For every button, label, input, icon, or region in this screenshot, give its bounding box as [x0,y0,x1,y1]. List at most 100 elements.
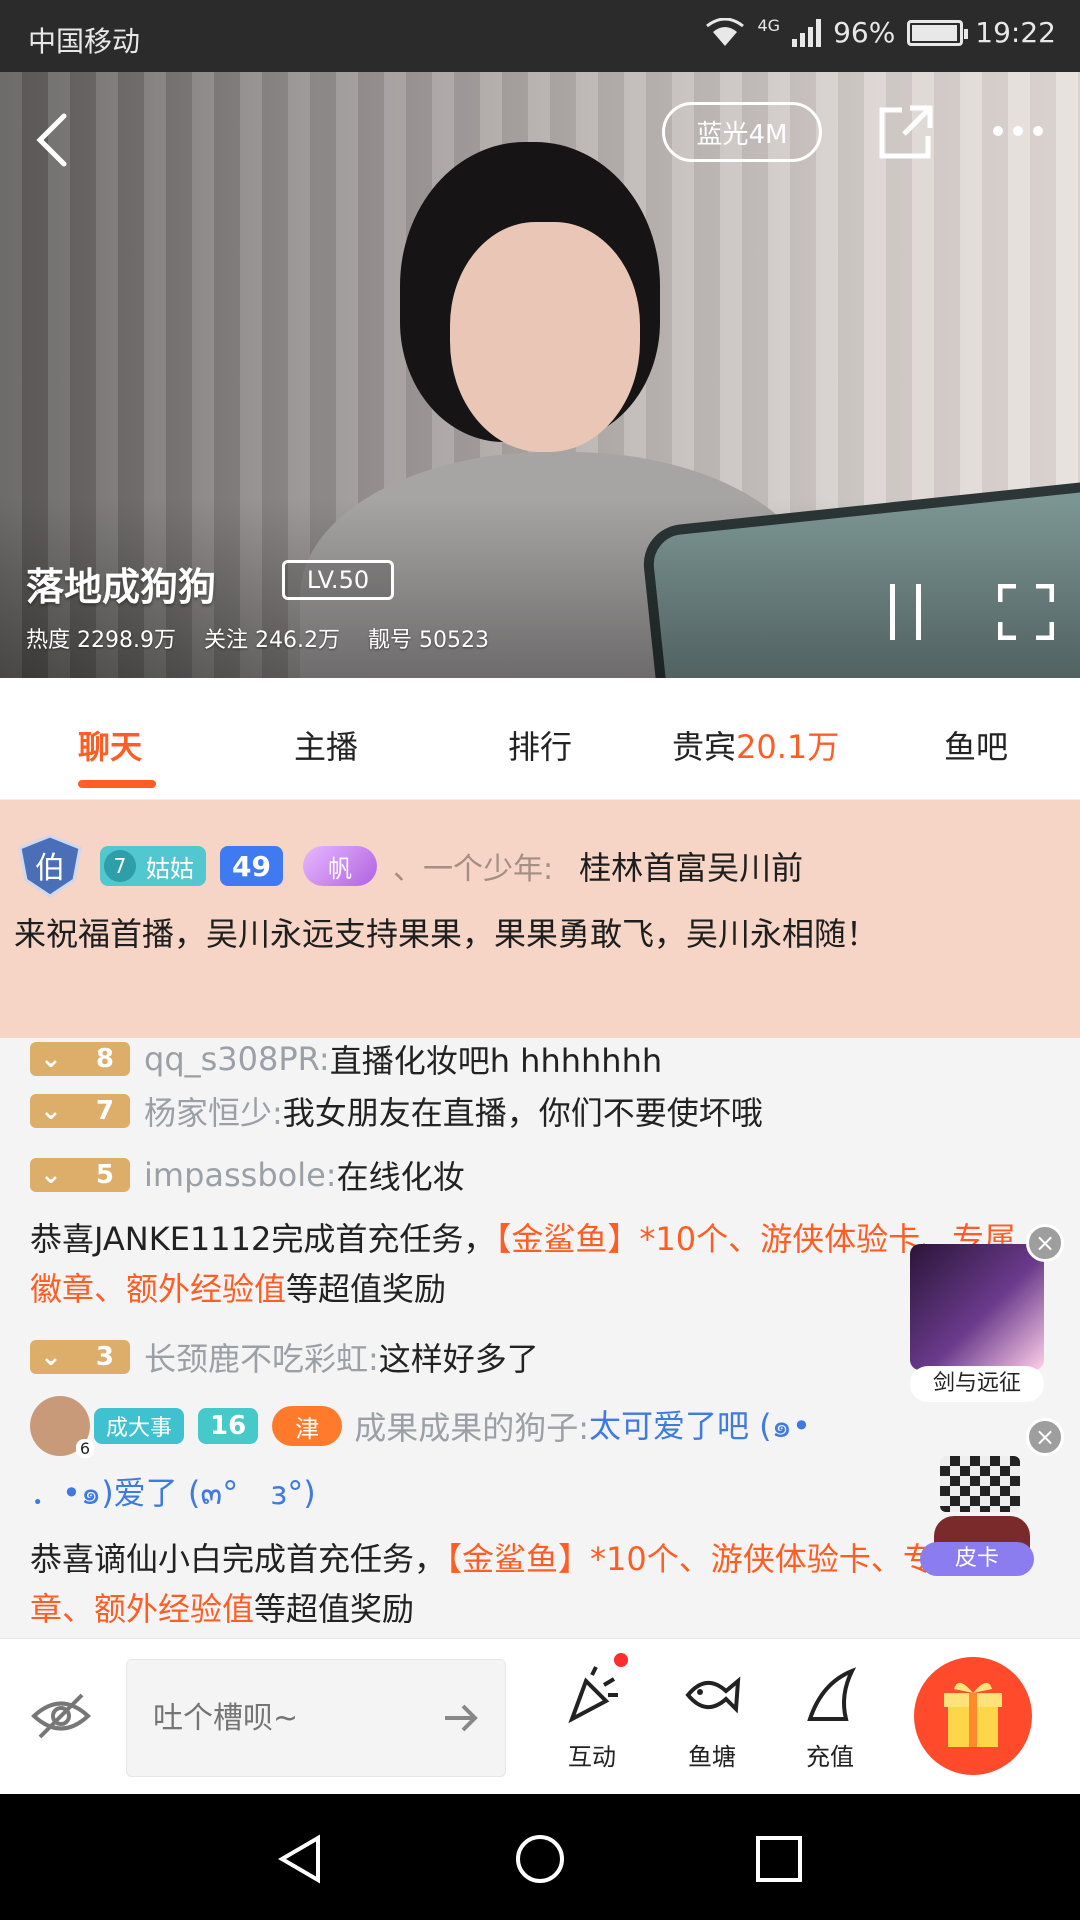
recharge-label: 充值 [806,1743,854,1771]
chat-line: ⌄ 5 impassbole: 在线化妆 [30,1152,465,1198]
chat-line: ⌄ 3 长颈鹿不吃彩虹: 这样好多了 [30,1334,539,1380]
chat-username[interactable]: qq_s308PR: [144,1040,330,1078]
user-level-badge: ⌄ 3 [30,1340,130,1374]
clock: 19:22 [975,16,1056,49]
signal-icon [792,18,822,47]
room-stats: 热度 2298.9万 关注 246.2万 靓号 50523 [26,622,489,654]
notice-suffix: 等超值奖励 [254,1590,415,1628]
video-player[interactable]: 蓝光4M 落地成狗狗 LV.50 热度 2298.9万 关注 246.2万 靓号… [0,72,1080,678]
interact-label: 互动 [568,1743,616,1771]
checkered-flag-icon [940,1456,1020,1512]
notice-prefix: 恭喜谪仙小白完成首充任务， [30,1540,447,1578]
game-ad-image [910,1244,1044,1370]
nav-back-icon[interactable] [274,1832,328,1886]
chat-line: 6 成大事 16 津 成果成果的狗子: 太可爱了吧 (๑• [30,1396,811,1458]
close-icon[interactable]: × [1026,1418,1064,1456]
avatar[interactable]: 6 [30,1396,94,1458]
tab-chat[interactable]: 聊天 [78,722,142,768]
fan-badge: 成大事 [94,1408,185,1444]
heat-count: 热度 2298.9万 [26,628,176,653]
fishpond-label: 鱼塘 [688,1743,736,1771]
user-level-badge: ⌄ 7 [30,1094,130,1128]
status-bar: 中国移动 4G 96% 19:22 [0,0,1080,72]
chat-text: 在线化妆 [336,1158,465,1196]
level-number: 3 [95,1342,114,1372]
avatar-badge: 6 [75,1439,94,1458]
chat-username[interactable]: impassbole: [144,1156,337,1194]
race-ad-card[interactable]: 皮卡 [920,1456,1040,1576]
wifi-icon [706,17,745,46]
region-badge: 津 [272,1406,343,1446]
noble-badge-text: 伯 [35,851,65,886]
chat-text: 这样好多了 [378,1340,539,1378]
level-number: 5 [95,1160,114,1190]
network-type: 4G [757,16,781,35]
nav-home-icon[interactable] [513,1832,567,1886]
chat-text-continued: ．•๑)爱了 (๓° з°) [30,1474,316,1512]
level-number: 8 [95,1044,114,1074]
tab-vip-count: 20.1万 [736,728,840,766]
tab-fishbar[interactable]: 鱼吧 [944,722,1008,768]
gift-button[interactable] [914,1657,1032,1775]
chat-username[interactable]: 长颈鹿不吃彩虹: [144,1334,379,1380]
sail-badge: 帆 [302,846,377,886]
fullscreen-icon[interactable] [998,584,1054,640]
pinned-message-start: 桂林首富吴川前 [579,849,804,887]
chat-text: 直播化妆吧h hhhhhhh [329,1042,663,1080]
chat-text: 太可爱了吧 (๑• [589,1406,811,1445]
quality-button[interactable]: 蓝光4M [662,102,822,162]
tab-underline [78,780,156,788]
fan-badge: 7 姑姑 [100,846,206,886]
send-arrow-icon[interactable] [441,1698,481,1738]
level-number: 7 [95,1096,114,1126]
chat-input-box[interactable] [126,1659,506,1777]
bottom-toolbar: 互动 鱼塘 充值 [0,1638,1080,1794]
fish-icon [685,1676,741,1714]
user-level-badge: 49 [220,846,283,886]
battery-percent: 96% [833,16,896,49]
user-level-badge: ⌄ 5 [30,1158,130,1192]
tab-vip[interactable]: 贵宾20.1万 [672,722,839,768]
tab-vip-label: 贵宾 [672,728,737,766]
notice-suffix: 等超值奖励 [286,1270,447,1308]
chat-text: 我女朋友在直播，你们不要使坏哦 [282,1094,763,1132]
nav-recents-icon[interactable] [752,1832,806,1886]
user-level-badge: 16 [198,1408,259,1444]
game-ad-card[interactable]: 剑与远征 [910,1244,1046,1404]
hide-danmaku-icon[interactable] [30,1685,92,1747]
interact-button[interactable]: 互动 [542,1665,642,1772]
streamer-name: 落地成狗狗 [26,565,217,609]
more-icon[interactable] [990,116,1046,146]
chat-username[interactable]: 成果成果的狗子: [354,1403,589,1449]
tab-ranking[interactable]: 排行 [508,722,572,768]
close-icon[interactable]: × [1026,1224,1064,1262]
user-level: 49 [232,849,271,883]
party-popper-icon [568,1666,618,1724]
back-arrow-icon[interactable] [30,112,74,168]
pinned-message-rest: 来祝福首播，吴川永远支持果果，果果勇敢飞，吴川永相随！ [14,915,879,953]
battery-icon [907,19,969,46]
share-icon[interactable] [876,102,936,162]
carrier-name: 中国移动 [28,25,141,58]
gift-icon [944,1682,1002,1747]
notice-prefix: 恭喜JANKE1112完成首充任务， [30,1220,496,1258]
fan-name: 姑姑 [146,854,194,883]
fan-level: 7 [104,850,136,882]
noble-badge: 伯 [14,834,86,898]
fishpond-button[interactable]: 鱼塘 [662,1665,762,1772]
chat-username[interactable]: 杨家恒少: [144,1088,283,1134]
room-id: 靓号 50523 [367,628,489,653]
system-notice: 恭喜谪仙小白完成首充任务，【金鲨鱼】*10个、游侠体验卡、专属徽章、额外经验值等… [30,1534,1030,1634]
chat-input[interactable] [153,1690,433,1746]
recharge-button[interactable]: 充值 [780,1665,880,1772]
race-ad-label: 皮卡 [920,1542,1034,1576]
room-tabs: 聊天 主播 排行 贵宾20.1万 鱼吧 [0,678,1080,800]
chat-line: ⌄ 7 杨家恒少: 我女朋友在直播，你们不要使坏哦 [30,1088,763,1134]
pinned-message: 伯 7 姑姑 49 帆 、一个少年: 桂林首富吴川前 来祝福首播，吴川永远支持果… [0,800,1080,1038]
pause-icon[interactable] [886,584,926,640]
chat-line: ⌄ 8 qq_s308PR: 直播化妆吧h hhhhhhh [30,1038,662,1082]
pinned-sender: 、一个少年: [392,852,554,887]
tab-host[interactable]: 主播 [294,722,358,768]
notification-dot [614,1653,628,1667]
game-ad-label: 剑与远征 [910,1366,1044,1402]
